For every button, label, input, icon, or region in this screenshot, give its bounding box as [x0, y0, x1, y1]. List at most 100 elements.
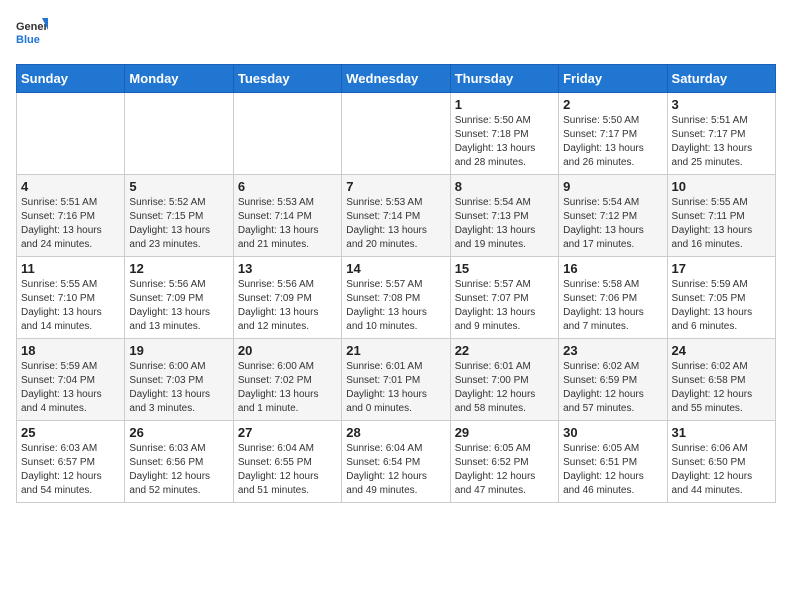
day-info: Sunrise: 5:52 AMSunset: 7:15 PMDaylight:… [129, 196, 228, 252]
day-number: 25 [21, 425, 120, 440]
calendar-cell: 19Sunrise: 6:00 AMSunset: 7:03 PMDayligh… [125, 339, 233, 421]
calendar-cell: 20 Sunrise: 6:00 AMSunset: 7:02 PMDayligh… [233, 339, 341, 421]
calendar-cell: 7 Sunrise: 5:53 AMSunset: 7:14 PMDaylight… [342, 175, 450, 257]
day-info: Sunrise: 5:55 AMSunset: 7:11 PMDaylight:… [672, 196, 771, 252]
day-number: 5 [129, 179, 228, 194]
day-number: 23 [563, 343, 662, 358]
day-info: Sunrise: 5:53 AMSunset: 7:14 PMDaylight:… [238, 196, 337, 252]
calendar-cell: 25 Sunrise: 6:03 AMSunset: 6:57 PMDayligh… [17, 421, 125, 503]
calendar-cell: 27 Sunrise: 6:04 AMSunset: 6:55 PMDayligh… [233, 421, 341, 503]
weekday-header-monday: Monday [125, 65, 233, 93]
day-info: Sunrise: 6:05 AMSunset: 6:52 PMDaylight:… [455, 442, 554, 498]
day-number: 18 [21, 343, 120, 358]
day-number: 28 [346, 425, 445, 440]
day-info: Sunrise: 6:04 AMSunset: 6:54 PMDaylight:… [346, 442, 445, 498]
day-info: Sunrise: 6:01 AMSunset: 7:01 PMDaylight:… [346, 360, 445, 416]
day-number: 24 [672, 343, 771, 358]
calendar-cell: 23 Sunrise: 6:02 AMSunset: 6:59 PMDayligh… [559, 339, 667, 421]
day-number: 31 [672, 425, 771, 440]
day-info: Sunrise: 6:03 AMSunset: 6:57 PMDaylight:… [21, 442, 120, 498]
weekday-header-wednesday: Wednesday [342, 65, 450, 93]
weekday-header-sunday: Sunday [17, 65, 125, 93]
day-number: 3 [672, 97, 771, 112]
calendar-cell: 5 Sunrise: 5:52 AMSunset: 7:15 PMDaylight… [125, 175, 233, 257]
day-number: 13 [238, 261, 337, 276]
day-number: 8 [455, 179, 554, 194]
day-info: Sunrise: 6:00 AMSunset: 7:02 PMDaylight:… [238, 360, 337, 416]
day-number: 22 [455, 343, 554, 358]
weekday-header-friday: Friday [559, 65, 667, 93]
day-number: 16 [563, 261, 662, 276]
calendar-cell: 22 Sunrise: 6:01 AMSunset: 7:00 PMDayligh… [450, 339, 558, 421]
logo: General Blue [16, 16, 48, 52]
calendar-cell: 28 Sunrise: 6:04 AMSunset: 6:54 PMDayligh… [342, 421, 450, 503]
day-number: 26 [129, 425, 228, 440]
day-number: 14 [346, 261, 445, 276]
calendar-cell: 31 Sunrise: 6:06 AMSunset: 6:50 PMDayligh… [667, 421, 775, 503]
day-number: 29 [455, 425, 554, 440]
calendar-week-row: 4Sunrise: 5:51 AMSunset: 7:16 PMDaylight… [17, 175, 776, 257]
calendar-cell: 3 Sunrise: 5:51 AMSunset: 7:17 PMDaylight… [667, 93, 775, 175]
day-info: Sunrise: 5:59 AMSunset: 7:04 PMDaylight:… [21, 360, 120, 416]
calendar-week-row: 18 Sunrise: 5:59 AMSunset: 7:04 PMDayligh… [17, 339, 776, 421]
day-number: 9 [563, 179, 662, 194]
calendar-cell: 13Sunrise: 5:56 AMSunset: 7:09 PMDayligh… [233, 257, 341, 339]
day-number: 12 [129, 261, 228, 276]
calendar-cell: 14 Sunrise: 5:57 AMSunset: 7:08 PMDayligh… [342, 257, 450, 339]
day-info: Sunrise: 5:57 AMSunset: 7:08 PMDaylight:… [346, 278, 445, 334]
day-info: Sunrise: 5:56 AMSunset: 7:09 PMDaylight:… [129, 278, 228, 334]
svg-text:Blue: Blue [16, 34, 40, 46]
calendar-cell: 4Sunrise: 5:51 AMSunset: 7:16 PMDaylight… [17, 175, 125, 257]
calendar-cell: 11Sunrise: 5:55 AMSunset: 7:10 PMDayligh… [17, 257, 125, 339]
calendar-cell: 21 Sunrise: 6:01 AMSunset: 7:01 PMDayligh… [342, 339, 450, 421]
day-info: Sunrise: 5:54 AMSunset: 7:13 PMDaylight:… [455, 196, 554, 252]
calendar-cell: 17 Sunrise: 5:59 AMSunset: 7:05 PMDayligh… [667, 257, 775, 339]
weekday-header-row: SundayMondayTuesdayWednesdayThursdayFrid… [17, 65, 776, 93]
calendar-cell: 30 Sunrise: 6:05 AMSunset: 6:51 PMDayligh… [559, 421, 667, 503]
day-number: 7 [346, 179, 445, 194]
day-info: Sunrise: 5:59 AMSunset: 7:05 PMDaylight:… [672, 278, 771, 334]
calendar-table: SundayMondayTuesdayWednesdayThursdayFrid… [16, 64, 776, 503]
weekday-header-thursday: Thursday [450, 65, 558, 93]
day-info: Sunrise: 6:00 AMSunset: 7:03 PMDaylight:… [129, 360, 228, 416]
calendar-cell: 18 Sunrise: 5:59 AMSunset: 7:04 PMDayligh… [17, 339, 125, 421]
day-number: 30 [563, 425, 662, 440]
svg-text:General: General [16, 21, 48, 33]
day-info: Sunrise: 6:02 AMSunset: 6:59 PMDaylight:… [563, 360, 662, 416]
calendar-cell: 15 Sunrise: 5:57 AMSunset: 7:07 PMDayligh… [450, 257, 558, 339]
calendar-cell: 8 Sunrise: 5:54 AMSunset: 7:13 PMDaylight… [450, 175, 558, 257]
day-number: 10 [672, 179, 771, 194]
day-info: Sunrise: 5:51 AMSunset: 7:17 PMDaylight:… [672, 114, 771, 170]
day-number: 15 [455, 261, 554, 276]
calendar-cell [125, 93, 233, 175]
day-info: Sunrise: 5:50 AMSunset: 7:18 PMDaylight:… [455, 114, 554, 170]
weekday-header-saturday: Saturday [667, 65, 775, 93]
logo-icon: General Blue [16, 16, 48, 52]
day-info: Sunrise: 5:58 AMSunset: 7:06 PMDaylight:… [563, 278, 662, 334]
calendar-cell: 26 Sunrise: 6:03 AMSunset: 6:56 PMDayligh… [125, 421, 233, 503]
day-info: Sunrise: 6:04 AMSunset: 6:55 PMDaylight:… [238, 442, 337, 498]
calendar-cell: 10 Sunrise: 5:55 AMSunset: 7:11 PMDayligh… [667, 175, 775, 257]
day-number: 27 [238, 425, 337, 440]
day-number: 20 [238, 343, 337, 358]
day-info: Sunrise: 6:01 AMSunset: 7:00 PMDaylight:… [455, 360, 554, 416]
day-info: Sunrise: 6:03 AMSunset: 6:56 PMDaylight:… [129, 442, 228, 498]
day-info: Sunrise: 6:05 AMSunset: 6:51 PMDaylight:… [563, 442, 662, 498]
day-info: Sunrise: 5:54 AMSunset: 7:12 PMDaylight:… [563, 196, 662, 252]
day-info: Sunrise: 5:57 AMSunset: 7:07 PMDaylight:… [455, 278, 554, 334]
day-number: 2 [563, 97, 662, 112]
calendar-cell: 29 Sunrise: 6:05 AMSunset: 6:52 PMDayligh… [450, 421, 558, 503]
calendar-week-row: 1 Sunrise: 5:50 AMSunset: 7:18 PMDaylight… [17, 93, 776, 175]
calendar-week-row: 11Sunrise: 5:55 AMSunset: 7:10 PMDayligh… [17, 257, 776, 339]
day-number: 11 [21, 261, 120, 276]
day-number: 17 [672, 261, 771, 276]
day-number: 4 [21, 179, 120, 194]
calendar-cell [342, 93, 450, 175]
day-info: Sunrise: 5:50 AMSunset: 7:17 PMDaylight:… [563, 114, 662, 170]
calendar-cell: 12 Sunrise: 5:56 AMSunset: 7:09 PMDayligh… [125, 257, 233, 339]
day-number: 1 [455, 97, 554, 112]
day-number: 21 [346, 343, 445, 358]
day-number: 6 [238, 179, 337, 194]
day-info: Sunrise: 6:06 AMSunset: 6:50 PMDaylight:… [672, 442, 771, 498]
day-info: Sunrise: 5:53 AMSunset: 7:14 PMDaylight:… [346, 196, 445, 252]
